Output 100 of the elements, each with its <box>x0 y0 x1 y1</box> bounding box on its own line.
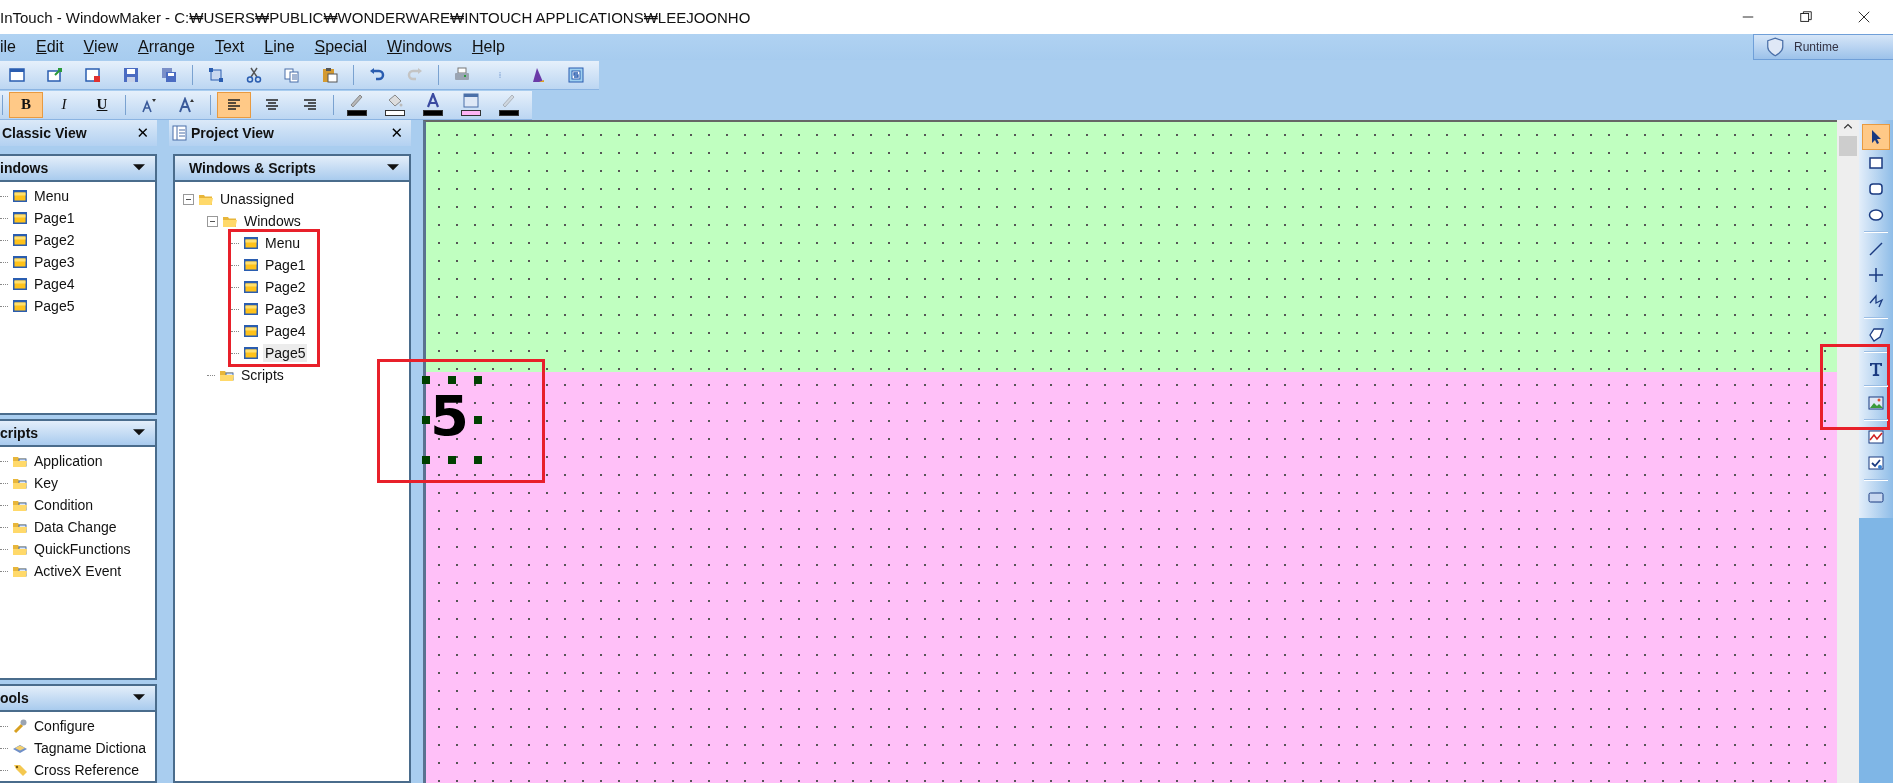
image-icon <box>1868 395 1884 411</box>
format-button[interactable]: I <box>47 91 81 118</box>
print-icon <box>454 66 470 83</box>
restore-glyph-icon <box>1799 10 1813 24</box>
rounded-rectangle-icon <box>1868 181 1884 197</box>
tree-item[interactable]: Page2 <box>263 278 308 296</box>
collapse-icon[interactable] <box>183 193 194 205</box>
shield-icon <box>1764 37 1784 57</box>
menu-bar-entry[interactable]: Edit <box>26 38 74 56</box>
window-close-icon <box>85 66 101 83</box>
cut-icon <box>246 66 262 83</box>
line-icon <box>1868 241 1884 257</box>
section-title[interactable]: cripts <box>0 425 39 441</box>
window-icon <box>243 257 259 273</box>
paint-bucket-icon <box>387 93 403 109</box>
align-left-icon <box>226 96 242 113</box>
window-icon <box>9 66 25 83</box>
align-center-icon <box>264 96 280 113</box>
tool-button[interactable] <box>1862 124 1890 150</box>
text-tool-icon <box>1868 361 1884 377</box>
tree-item[interactable]: Page1 <box>32 209 77 227</box>
panel-title: Classic View <box>2 125 87 141</box>
section-title[interactable]: ools <box>0 690 29 706</box>
scroll-thumb[interactable] <box>1839 136 1857 156</box>
tree-item[interactable]: Page5 <box>32 297 77 315</box>
tag-icon <box>12 762 28 778</box>
panel-title: Project View <box>171 125 274 141</box>
window-icon <box>243 279 259 295</box>
tree-item[interactable]: Tagname Dictiona <box>32 739 149 757</box>
menu-bar-entry[interactable]: ile <box>0 38 26 56</box>
tree-item[interactable]: Scripts <box>239 366 286 384</box>
script-icon <box>568 66 584 83</box>
window-icon <box>243 323 259 339</box>
trend-chart-icon <box>1868 429 1884 445</box>
pencil-icon <box>349 93 365 109</box>
menu-bar-entry[interactable]: Text <box>204 38 255 56</box>
polyline-icon <box>1868 293 1884 309</box>
tree-item[interactable]: Key <box>32 474 61 492</box>
wrench-icon <box>12 718 28 734</box>
window-icon <box>12 276 28 292</box>
toolbar-button[interactable] <box>217 91 251 118</box>
tree-item[interactable]: Page3 <box>32 253 77 271</box>
tree-item[interactable]: Page3 <box>263 300 308 318</box>
collapse-icon[interactable] <box>207 215 218 227</box>
tree-item[interactable]: Menu <box>263 234 303 252</box>
tree-item[interactable]: ActiveX Event <box>32 562 124 580</box>
pencil-icon <box>501 93 517 109</box>
format-button[interactable]: B <box>9 91 43 118</box>
tree-item[interactable]: Page1 <box>263 256 308 274</box>
section-title[interactable]: indows <box>0 160 49 176</box>
window-icon <box>243 235 259 251</box>
undo-icon <box>369 66 385 83</box>
tree-item[interactable]: Page5 <box>263 344 308 362</box>
runtime-button[interactable]: Runtime <box>1753 34 1893 60</box>
font-larger-icon <box>179 96 195 113</box>
tree-item[interactable]: Unassigned <box>218 190 296 208</box>
copy-icon <box>284 66 300 83</box>
tree-item[interactable]: Page2 <box>32 231 77 249</box>
window-icon <box>12 254 28 270</box>
window-icon <box>12 232 28 248</box>
menu-bar-entry[interactable]: Help <box>461 38 515 56</box>
tree-item[interactable]: Windows <box>242 212 303 230</box>
rectangle-icon <box>1868 155 1884 171</box>
save-icon <box>123 66 139 83</box>
close-glyph-icon <box>1857 10 1871 24</box>
window-icon <box>243 345 259 361</box>
window-icon <box>12 298 28 314</box>
letter-a-icon <box>425 93 441 109</box>
ellipse-icon <box>1868 207 1884 223</box>
selection-handles[interactable] <box>422 376 482 464</box>
menu-bar-entry[interactable]: Line <box>254 38 305 56</box>
panel-icon <box>171 125 187 141</box>
tree-item[interactable]: Menu <box>32 187 72 205</box>
window-icon <box>12 188 28 204</box>
tree-item[interactable]: Data Change <box>32 518 119 536</box>
redo-icon <box>407 66 423 83</box>
menu-bar-entry[interactable]: View <box>73 38 128 56</box>
menu-bar-entry[interactable]: Arrange <box>128 38 205 56</box>
tree-item[interactable]: QuickFunctions <box>32 540 133 558</box>
menu-bar-entry[interactable]: Special <box>304 38 377 56</box>
tree-item[interactable]: Page4 <box>263 322 308 340</box>
align-right-icon <box>302 96 318 113</box>
wizard-hat-icon <box>530 66 546 83</box>
tree-item[interactable]: Condition <box>32 496 96 514</box>
checkbox-icon <box>1868 455 1884 471</box>
format-button[interactable]: U <box>85 91 119 118</box>
tree-item[interactable]: Configure <box>32 717 97 735</box>
polygon-icon <box>1868 327 1884 343</box>
window-icon <box>463 93 479 109</box>
menu-bar-entry[interactable]: Windows <box>377 38 462 56</box>
window-icon <box>243 301 259 317</box>
window-icon <box>12 210 28 226</box>
paste-icon <box>322 66 338 83</box>
font-smaller-icon <box>141 96 157 113</box>
canvas-text[interactable]: 5 <box>430 388 469 444</box>
button-icon <box>1868 489 1884 505</box>
save-all-icon <box>161 66 177 83</box>
tree-item[interactable]: Cross Reference <box>32 761 142 779</box>
tree-item[interactable]: Page4 <box>32 275 77 293</box>
tree-item[interactable]: Application <box>32 452 105 470</box>
